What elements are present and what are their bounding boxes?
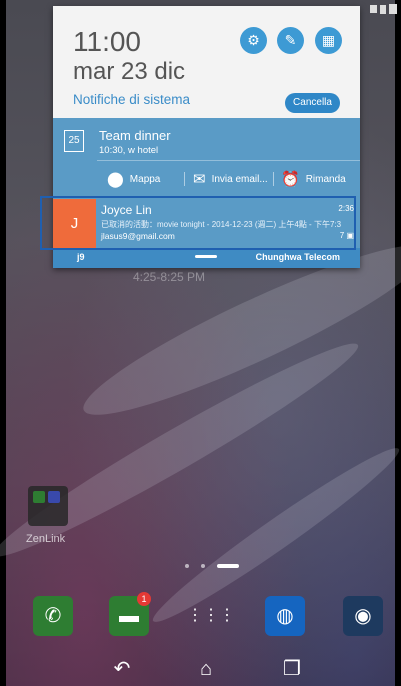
folder-app-icon xyxy=(48,491,60,503)
email-snippet: 已取消的活動：movie tonight - 2014-12-23 (週二) 上… xyxy=(101,220,342,229)
home-button[interactable]: ⌂ xyxy=(186,656,226,682)
screenshot-icon xyxy=(370,5,377,13)
app-drawer-icon: ⋮⋮⋮ xyxy=(187,607,235,624)
mail-stack-icon: ▣ xyxy=(346,231,354,240)
carrier-left-label: j9 xyxy=(77,252,85,262)
email-count: 7 ▣ xyxy=(340,231,354,240)
messages-icon: ▬ xyxy=(119,605,139,627)
phone-app[interactable]: ✆ xyxy=(33,596,73,636)
recents-icon: ❐ xyxy=(283,658,301,680)
page-dot xyxy=(201,564,205,568)
settings-icon: ⚙ xyxy=(247,32,260,48)
sender-name: Joyce Lin xyxy=(101,203,152,217)
shade-clock: 11:00 xyxy=(73,26,141,57)
email-count-value: 7 xyxy=(339,231,345,240)
signal-icon xyxy=(380,4,386,14)
calendar-notification[interactable]: 25 Team dinner 10:30, w hotel ⬤ Mappa ✉ … xyxy=(53,118,360,199)
sender-avatar: J xyxy=(53,199,96,248)
status-bar-icons xyxy=(370,4,397,14)
battery-icon xyxy=(389,4,397,14)
drag-handle[interactable] xyxy=(195,255,217,258)
map-action-label: Mappa xyxy=(129,173,161,185)
notification-time: 2:36 xyxy=(338,204,354,213)
browser-icon: ◍ xyxy=(276,605,294,627)
email-account: jlasus9@gmail.com xyxy=(101,231,175,241)
app-drawer-button[interactable]: ⋮⋮⋮ xyxy=(187,596,235,636)
page-indicator xyxy=(185,564,239,568)
map-pin-icon: ⬤ xyxy=(107,171,124,188)
divider xyxy=(184,172,185,186)
edit-notes-icon: ✎ xyxy=(284,32,297,48)
zenlink-folder[interactable] xyxy=(28,486,68,526)
back-icon: ↶ xyxy=(113,658,131,680)
snooze-action-label: Rimanda xyxy=(305,173,346,185)
send-email-action-label: Invia email... xyxy=(211,173,268,185)
carrier-bar: j9 Chunghwa Telecom xyxy=(53,248,360,268)
camera-app[interactable]: ◉ xyxy=(343,596,383,636)
page-dot xyxy=(185,564,189,568)
email-notification[interactable]: J Joyce Lin 2:36 已取消的活動：movie tonight - … xyxy=(53,199,360,248)
edit-notes-button[interactable]: ✎ xyxy=(277,27,304,54)
page-dot-active xyxy=(217,564,239,568)
navigation-bar: ↶ ⌂ ❐ xyxy=(0,651,401,686)
folder-app-icon xyxy=(33,491,45,503)
home-icon: ⌂ xyxy=(199,658,213,680)
alarm-icon: ⏰ xyxy=(281,171,300,188)
system-notifications-label[interactable]: Notifiche di sistema xyxy=(73,92,190,107)
calendar-title: Team dinner xyxy=(99,128,171,143)
phone-icon: ✆ xyxy=(44,605,62,627)
notification-shade: 11:00 mar 23 dic Notifiche di sistema ⚙ … xyxy=(53,6,360,268)
carrier-name: Chunghwa Telecom xyxy=(255,252,340,262)
snooze-action-button[interactable]: ⏰ Rimanda xyxy=(281,168,346,190)
divider xyxy=(97,160,360,161)
envelope-icon: ✉ xyxy=(193,171,206,188)
shade-header: 11:00 mar 23 dic Notifiche di sistema ⚙ … xyxy=(53,6,360,118)
settings-button[interactable]: ⚙ xyxy=(240,27,267,54)
calendar-icon: 25 xyxy=(64,130,84,152)
folder-label: ZenLink xyxy=(26,533,66,545)
back-button[interactable]: ↶ xyxy=(102,656,142,682)
qr-scan-button[interactable]: ▦ xyxy=(315,27,342,54)
clear-all-button[interactable]: Cancella xyxy=(285,93,340,113)
calendar-subtitle: 10:30, w hotel xyxy=(99,145,159,156)
messages-badge: 1 xyxy=(137,592,151,606)
widget-time-range: 4:25-8:25 PM xyxy=(133,270,206,284)
shade-date: mar 23 dic xyxy=(73,58,186,85)
send-email-action-button[interactable]: ✉ Invia email... xyxy=(193,168,268,190)
map-action-button[interactable]: ⬤ Mappa xyxy=(107,168,160,190)
divider xyxy=(273,172,274,186)
recents-button[interactable]: ❐ xyxy=(272,656,312,682)
browser-app[interactable]: ◍ xyxy=(265,596,305,636)
camera-icon: ◉ xyxy=(354,605,372,627)
qr-scan-icon: ▦ xyxy=(321,32,336,48)
